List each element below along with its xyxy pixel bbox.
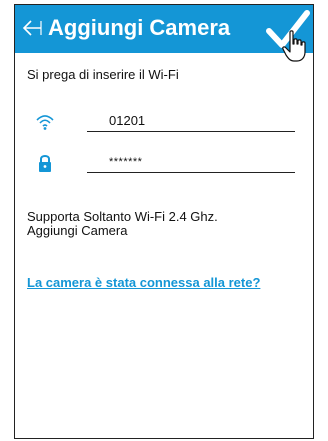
wifi-icon (36, 115, 54, 130)
hand-pointer-icon (282, 30, 306, 62)
wifi-ssid-field[interactable] (87, 110, 295, 132)
support-note: Supporta Soltanto Wi-Fi 2.4 Ghz. Aggiung… (27, 210, 218, 238)
password-row (15, 149, 313, 179)
wifi-row (15, 108, 313, 138)
header-bar: Aggiungi Camera (15, 5, 313, 62)
password-field[interactable] (87, 151, 295, 173)
lock-icon (39, 155, 51, 172)
back-arrow-icon[interactable] (21, 17, 43, 39)
page-title: Aggiungi Camera (48, 15, 231, 40)
connected-to-network-link[interactable]: La camera è stata connessa alla rete? (27, 275, 260, 290)
wifi-prompt-text: Si prega di inserire il Wi-Fi (27, 67, 179, 82)
phone-frame: Aggiungi Camera Si prega di inserire il … (14, 4, 314, 439)
support-note-line2: Aggiungi Camera (27, 223, 128, 238)
support-note-line1: Supporta Soltanto Wi-Fi 2.4 Ghz. (27, 209, 218, 224)
confirm-button[interactable] (265, 7, 313, 62)
